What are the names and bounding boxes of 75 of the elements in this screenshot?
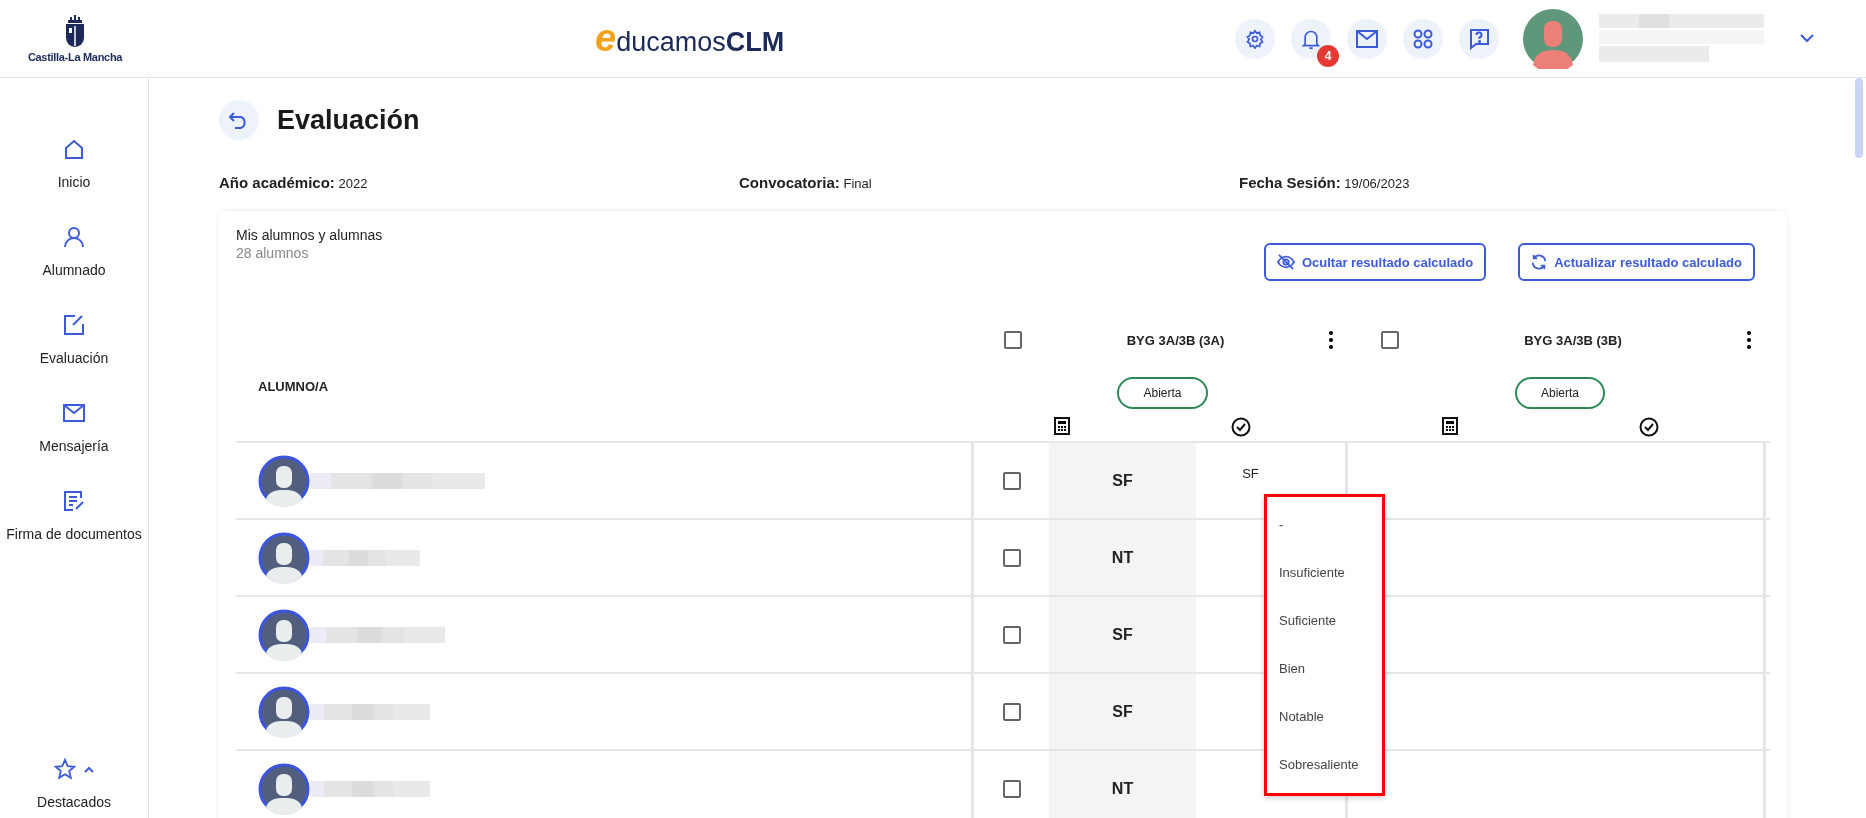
- settings-button[interactable]: [1235, 18, 1275, 59]
- mail-button[interactable]: [1347, 18, 1387, 59]
- apps-icon: [1413, 28, 1433, 49]
- eye-off-icon: [1276, 254, 1295, 270]
- home-icon: [63, 138, 85, 160]
- apps-button[interactable]: [1403, 18, 1443, 59]
- sidebar-item[interactable]: Inicio: [57, 138, 91, 190]
- coat-of-arms-icon: [64, 14, 86, 48]
- check-circle-icon[interactable]: [1638, 417, 1659, 437]
- calculated-grade: SF: [1112, 625, 1133, 644]
- dropdown-option[interactable]: Suficiente: [1267, 597, 1382, 645]
- checkbox[interactable]: [1002, 702, 1021, 721]
- grade-value[interactable]: SF: [1242, 466, 1259, 481]
- session-info-field: Convocatoria: Final: [739, 174, 1239, 191]
- notification-count-badge: 4: [1317, 44, 1339, 67]
- sidebar-item[interactable]: Evaluación: [39, 314, 109, 366]
- dropdown-option[interactable]: Notable: [1267, 693, 1382, 741]
- more-options-icon[interactable]: [1329, 331, 1333, 349]
- refresh-result-button[interactable]: Actualizar resultado calculado: [1518, 243, 1755, 281]
- back-button[interactable]: [219, 100, 259, 140]
- student-count: 28 alumnos: [236, 245, 310, 261]
- dropdown-option[interactable]: -: [1267, 501, 1382, 549]
- sidebar-item[interactable]: Alumnado: [42, 226, 106, 278]
- calculated-grade: SF: [1112, 702, 1133, 721]
- brand-logo[interactable]: educamosCLM: [595, 17, 785, 60]
- check-circle-icon[interactable]: [1230, 417, 1251, 437]
- dropdown-option[interactable]: Sobresaliente: [1267, 741, 1382, 789]
- checkbox[interactable]: [1381, 331, 1399, 349]
- page-title: Evaluación: [277, 104, 420, 136]
- column-header: BYG 3A/3B (3A): [1125, 332, 1226, 348]
- calculated-grade: SF: [1112, 471, 1133, 490]
- refresh-icon: [1531, 254, 1548, 270]
- student-avatar: [258, 685, 310, 738]
- edit-icon: [63, 314, 85, 336]
- session-info-field: Año académico: 2022: [219, 174, 739, 191]
- notifications-button[interactable]: [1291, 18, 1331, 59]
- dropdown-option[interactable]: Insuficiente: [1267, 549, 1382, 597]
- help-chat-icon: [1468, 27, 1490, 50]
- student-avatar: [258, 762, 310, 815]
- checkbox[interactable]: [1002, 625, 1021, 644]
- person-icon: [63, 226, 85, 248]
- star-icon[interactable]: [54, 758, 76, 780]
- sidebar-section-label[interactable]: Destacados: [37, 794, 111, 810]
- hide-result-button[interactable]: Ocultar resultado calculado: [1263, 243, 1487, 281]
- calculated-grade: NT: [1111, 548, 1134, 567]
- chevron-down-icon[interactable]: [1800, 34, 1814, 43]
- undo-arrow-icon: [229, 111, 249, 129]
- session-info-field: Fecha Sesión: 19/06/2023: [1239, 174, 1787, 191]
- caret-up-icon[interactable]: [84, 765, 94, 773]
- student-avatar: [258, 608, 310, 661]
- status-pill[interactable]: Abierta: [1117, 377, 1208, 409]
- status-pill[interactable]: Abierta: [1515, 377, 1605, 409]
- calculated-grade: NT: [1111, 779, 1134, 798]
- calculator-icon[interactable]: [1441, 417, 1458, 435]
- sidebar-item[interactable]: Mensajería: [39, 402, 109, 454]
- card-title: Mis alumnos y alumnas: [236, 227, 383, 243]
- region-logo-text: Castilla-La Mancha: [27, 51, 123, 63]
- mail-icon: [1356, 29, 1378, 48]
- student-avatar: [258, 531, 310, 584]
- help-button[interactable]: [1459, 18, 1499, 59]
- checkbox[interactable]: [1002, 471, 1021, 490]
- calculator-icon[interactable]: [1054, 417, 1071, 435]
- sidebar-item[interactable]: Firma de documentos: [6, 490, 142, 542]
- mail-icon: [63, 402, 85, 424]
- checkbox[interactable]: [1002, 548, 1021, 567]
- more-options-icon[interactable]: [1747, 331, 1751, 349]
- column-header: BYG 3A/3B (3B): [1523, 332, 1623, 348]
- user-avatar[interactable]: [1523, 8, 1583, 69]
- document-edit-icon: [63, 490, 85, 512]
- student-avatar: [258, 454, 310, 507]
- settings-icon: [1245, 28, 1265, 49]
- checkbox[interactable]: [1002, 779, 1021, 798]
- column-header: ALUMNO/A: [258, 378, 329, 394]
- dropdown-option[interactable]: Bien: [1267, 645, 1382, 693]
- checkbox[interactable]: [1004, 331, 1022, 349]
